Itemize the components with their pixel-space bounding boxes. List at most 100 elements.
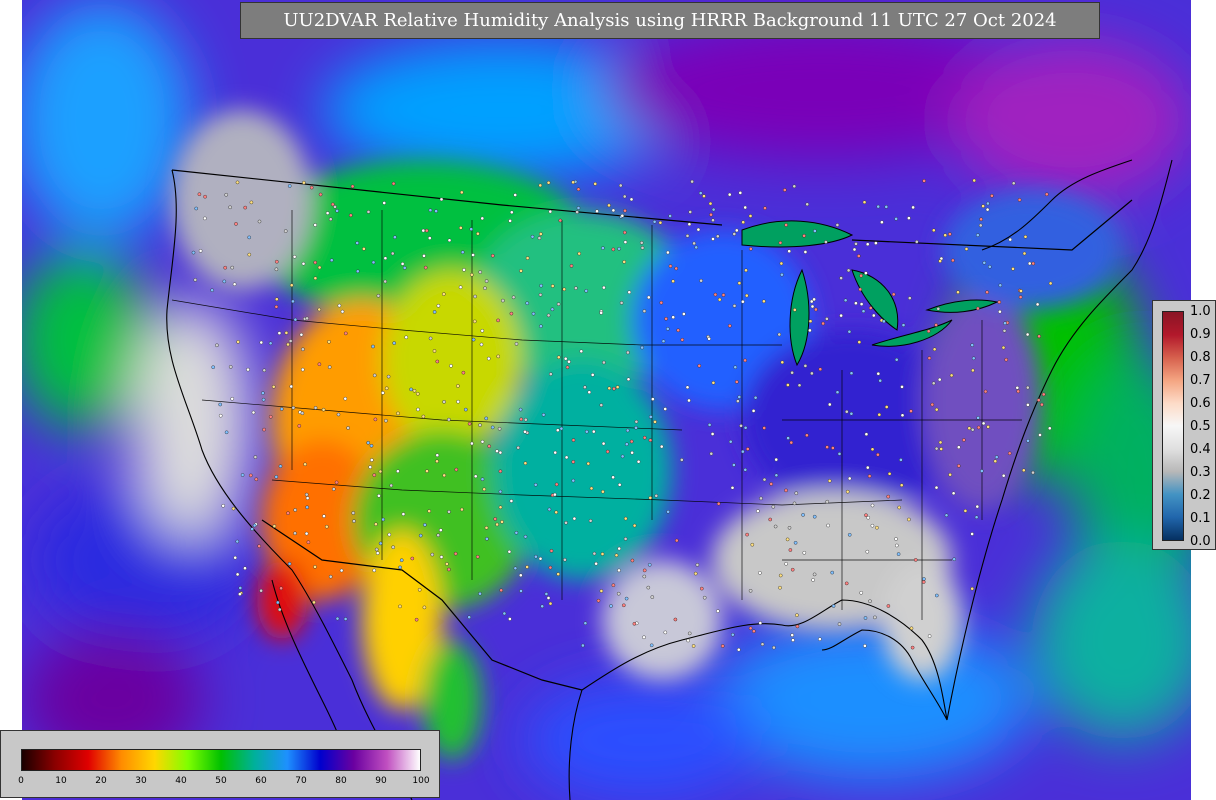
station-dot [461, 370, 466, 375]
innovation-tick-label: 0.9 [1190, 327, 1211, 342]
rh-tick-label: 100 [412, 776, 430, 786]
station-dot [470, 441, 474, 446]
station-dot [894, 357, 899, 362]
station-dot [659, 300, 664, 305]
station-dot [586, 461, 591, 466]
station-dot [970, 427, 975, 432]
station-dot [377, 493, 381, 498]
station-dot [435, 359, 440, 364]
station-dot [428, 336, 433, 341]
station-dot [865, 549, 870, 554]
station-dot [936, 306, 941, 311]
station-dot [1022, 251, 1027, 256]
station-dot [970, 586, 975, 591]
station-dot [808, 319, 813, 324]
station-dot [480, 216, 485, 221]
station-dot [976, 416, 980, 420]
station-dot [430, 552, 435, 557]
station-dot [391, 545, 396, 550]
station-dot [666, 509, 670, 514]
station-dot [247, 235, 251, 240]
station-dot [194, 206, 198, 211]
station-dot [193, 278, 198, 282]
station-dot [827, 479, 832, 483]
station-dot [900, 385, 904, 389]
station-dot [483, 286, 487, 291]
station-dot [305, 505, 309, 510]
station-dot [642, 568, 647, 573]
station-dot [629, 439, 634, 444]
station-dot [238, 592, 242, 596]
station-dot [962, 438, 966, 442]
station-dot [293, 531, 297, 536]
station-dot [287, 184, 292, 188]
station-dot [632, 523, 637, 528]
station-dot [343, 617, 348, 621]
station-dot [435, 453, 440, 458]
station-dot [362, 247, 366, 251]
station-dot [278, 464, 283, 469]
station-dot [612, 386, 616, 391]
station-dot [626, 350, 630, 355]
station-dot [1001, 473, 1006, 478]
station-dot [810, 304, 815, 309]
station-dot [861, 309, 866, 314]
station-dot [484, 526, 489, 530]
station-dot [994, 455, 999, 459]
station-dot [291, 405, 296, 410]
station-dot [287, 562, 292, 566]
station-dot [553, 450, 558, 455]
station-dot [223, 265, 227, 270]
station-dot [297, 424, 302, 428]
station-dot [741, 220, 746, 224]
station-dot [630, 558, 635, 563]
station-dot [877, 412, 882, 417]
station-dot [412, 388, 417, 393]
station-dot [673, 617, 678, 622]
station-dot [232, 282, 237, 287]
station-dot [343, 396, 348, 401]
station-dot [854, 301, 858, 306]
station-dot [383, 256, 388, 261]
station-dot [261, 391, 265, 395]
station-dot [785, 537, 790, 542]
station-dot [870, 523, 875, 528]
station-dot [642, 309, 647, 313]
station-dot [271, 384, 276, 389]
station-dot [753, 395, 758, 400]
station-dot [863, 644, 867, 648]
rh-tick-label: 10 [55, 776, 67, 786]
station-dot [934, 407, 939, 412]
station-dot [293, 508, 298, 512]
station-dot [627, 290, 632, 295]
innovation-tick-label: 1.0 [1190, 304, 1211, 319]
station-dot [523, 429, 527, 434]
station-dot [805, 202, 810, 207]
station-dot [792, 501, 797, 506]
station-dot [922, 179, 926, 183]
station-dot [737, 395, 742, 399]
station-dot [498, 489, 503, 494]
station-dot [695, 563, 700, 567]
station-dot [571, 478, 576, 483]
station-dot [970, 343, 975, 347]
station-dot [564, 521, 568, 525]
station-dot [340, 309, 345, 314]
station-dot [317, 362, 322, 367]
station-dot [676, 328, 681, 333]
station-dot [366, 440, 371, 445]
station-dot [939, 447, 944, 451]
station-dot [467, 421, 472, 426]
station-dot [758, 571, 762, 575]
station-dot [737, 647, 741, 652]
station-dot [301, 261, 306, 266]
station-dot [983, 389, 988, 394]
station-dot [623, 516, 628, 521]
station-dot [473, 474, 478, 479]
station-dot [615, 385, 620, 389]
station-dot [435, 459, 439, 464]
station-dot [971, 368, 975, 373]
station-dot [374, 522, 378, 527]
station-dot [731, 632, 735, 637]
station-dot [658, 220, 663, 225]
